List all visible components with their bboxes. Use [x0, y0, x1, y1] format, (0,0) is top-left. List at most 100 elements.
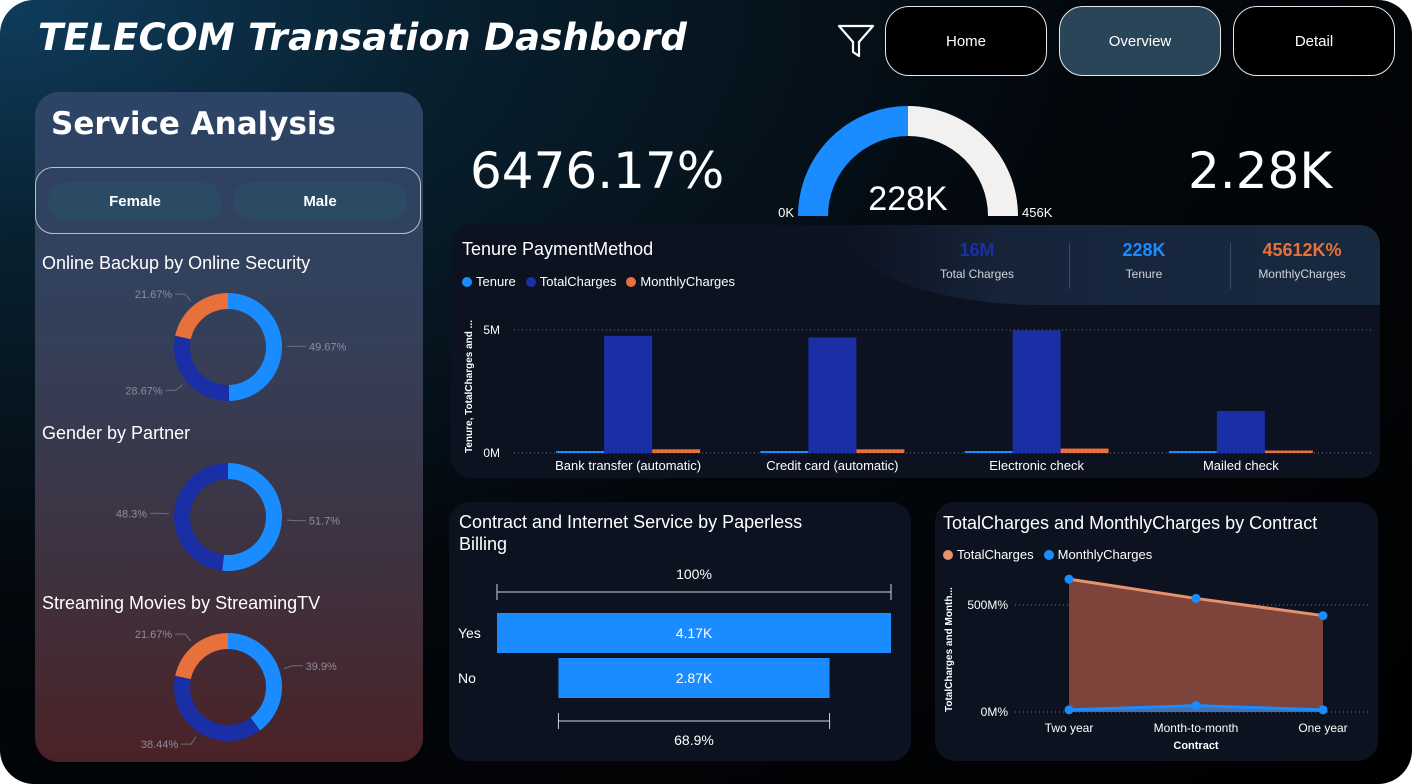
bar-totalcharges[interactable] — [604, 335, 653, 453]
bar-monthlycharges[interactable] — [1060, 448, 1109, 453]
nav-detail-button[interactable]: Detail — [1233, 6, 1395, 76]
nav-home-button[interactable]: Home — [885, 6, 1047, 76]
card-tenure: 228K Tenure — [1064, 240, 1224, 281]
donut-slice[interactable] — [222, 463, 282, 571]
donut-leader-line — [283, 665, 303, 670]
donut1-title: Online Backup by Online Security — [42, 253, 311, 273]
tenure-payment-panel: Tenure PaymentMethod Tenure TotalCharges… — [451, 225, 1380, 478]
legend-totalcharges-swatch — [525, 276, 536, 287]
donut1-chart: 49.67% 28.67% 21.67% — [125, 289, 347, 401]
donut-slice[interactable] — [173, 463, 228, 571]
legend-monthlycharges: MonthlyCharges — [626, 274, 735, 289]
area-point[interactable] — [1318, 705, 1328, 715]
donut-slice[interactable] — [173, 335, 230, 401]
x-tick-label: One year — [1298, 721, 1347, 735]
donut2-chart: 51.7% 48.3% — [116, 463, 340, 571]
tenure-legend: Tenure TotalCharges MonthlyCharges — [462, 274, 739, 289]
card-total-charges-label: Total Charges — [939, 267, 1015, 281]
x-tick-label: Electronic check — [989, 458, 1084, 473]
nav-overview-label: Overview — [1108, 32, 1172, 50]
tenure-gauge: 228K 0K 456K — [778, 106, 1053, 220]
x-tick-label: Bank transfer (automatic) — [555, 458, 701, 473]
bar-tenure[interactable] — [1168, 451, 1217, 453]
donut-slice-label: 39.9% — [306, 661, 337, 673]
tenure-panel-title: Tenure PaymentMethod — [462, 239, 654, 259]
donut-slice[interactable] — [228, 293, 282, 401]
area-point[interactable] — [1064, 574, 1074, 584]
paperless-billing-panel: Contract and Internet Service by Paperle… — [449, 502, 911, 761]
contract-charges-panel: TotalCharges and MonthlyCharges by Contr… — [935, 502, 1378, 761]
bar-totalcharges[interactable] — [1012, 330, 1061, 453]
slicer-male-button[interactable]: Male — [233, 182, 407, 220]
bar-totalcharges[interactable] — [1216, 410, 1265, 453]
legend-totalcharges-label: TotalCharges — [539, 274, 617, 289]
gauge-max-label: 456K — [1022, 205, 1053, 220]
gauge-min-label: 0K — [778, 205, 794, 220]
nav-detail-label: Detail — [1294, 32, 1334, 50]
donut3-title: Streaming Movies by StreamingTV — [42, 593, 321, 613]
x-tick-label: Two year — [1045, 721, 1094, 735]
y-tick-label: 0M — [483, 446, 500, 460]
bar-monthlycharges[interactable] — [1264, 450, 1313, 453]
donut-slice-label: 51.7% — [309, 516, 340, 528]
dashboard-title: TELECOM Transation Dashbord — [38, 16, 688, 59]
bar-tenure[interactable] — [964, 451, 1013, 453]
bar-monthlycharges[interactable] — [652, 449, 701, 453]
paperless-funnel-chart: 100% 4.17K Yes 2.87K No 68.9% — [458, 566, 892, 748]
gauge-value-label: 228K — [868, 180, 948, 218]
bar-tenure[interactable] — [556, 451, 605, 453]
card-total-charges: 16M Total Charges — [897, 240, 1057, 281]
card-tenure-label: Tenure — [1125, 267, 1163, 281]
nav-overview-button[interactable]: Overview — [1059, 6, 1221, 76]
slicer-female-button[interactable]: Female — [48, 182, 222, 220]
donut-slice-label: 48.3% — [116, 508, 147, 520]
funnel-top-percent: 100% — [676, 566, 712, 582]
funnel-category-label: No — [458, 670, 476, 686]
area-point[interactable] — [1064, 705, 1074, 715]
donut-slice[interactable] — [173, 675, 261, 741]
card-monthly-charges: 45612K% MonthlyCharges — [1222, 240, 1380, 281]
area-point[interactable] — [1318, 611, 1328, 621]
donut-slice-label: 49.67% — [309, 341, 347, 353]
y-axis-label: TotalCharges and Month... — [944, 587, 955, 712]
donut-slice[interactable] — [175, 633, 228, 680]
gender-slicer: Female Male — [35, 167, 421, 234]
area-point[interactable] — [1191, 593, 1201, 603]
slicer-male-label: Male — [303, 192, 337, 210]
funnel-bar-value: 2.87K — [676, 670, 713, 686]
legend-tenure-swatch — [462, 276, 472, 287]
kpi-right-value: 2.28K — [1188, 142, 1333, 200]
x-tick-label: Month-to-month — [1154, 721, 1239, 735]
nav-home-label: Home — [945, 32, 986, 50]
slicer-female-label: Female — [109, 192, 161, 210]
legend-totalcharges: TotalCharges — [525, 274, 617, 289]
funnel-bar-value: 4.17K — [676, 625, 713, 641]
legend-tenure: Tenure — [462, 274, 516, 289]
contract-area-chart: 0M% 500M% Two year Month-to-month One year Co… — [944, 574, 1370, 752]
bar-monthlycharges[interactable] — [856, 449, 905, 453]
dashboard-frame: TELECOM Transation Dashbord Home Overvie… — [0, 0, 1412, 784]
donut-leader-line — [175, 633, 192, 642]
funnel-bottom-percent: 68.9% — [674, 732, 714, 748]
tenure-payment-chart: 0M 5M Bank transfer (automatic) Credit card… — [464, 320, 1371, 473]
donut-slice-label: 28.67% — [125, 385, 163, 397]
card-monthly-charges-label: MonthlyCharges — [1258, 267, 1346, 281]
service-analysis-title: Service Analysis — [51, 106, 337, 142]
donut3-chart: 39.9% 38.44% 21.67% — [135, 629, 337, 751]
x-axis-label: Contract — [1173, 740, 1219, 752]
bar-tenure[interactable] — [760, 451, 809, 453]
y-tick-label: 5M — [483, 323, 500, 337]
donut-slice[interactable] — [175, 293, 228, 340]
y-tick-label: 500M% — [967, 598, 1008, 612]
area-point[interactable] — [1191, 701, 1201, 711]
donut-slice[interactable] — [228, 633, 282, 731]
card-monthly-charges-value: 45612K% — [1262, 240, 1342, 260]
bar-totalcharges[interactable] — [808, 337, 857, 453]
funnel-category-label: Yes — [458, 625, 481, 641]
donut-slice-label: 21.67% — [135, 289, 173, 301]
filter-icon[interactable] — [836, 22, 876, 60]
y-tick-label: 0M% — [981, 705, 1009, 719]
kpi-left-value: 6476.17% — [470, 142, 725, 200]
card-total-charges-value: 16M — [959, 240, 995, 260]
legend-tenure-label: Tenure — [476, 274, 516, 289]
